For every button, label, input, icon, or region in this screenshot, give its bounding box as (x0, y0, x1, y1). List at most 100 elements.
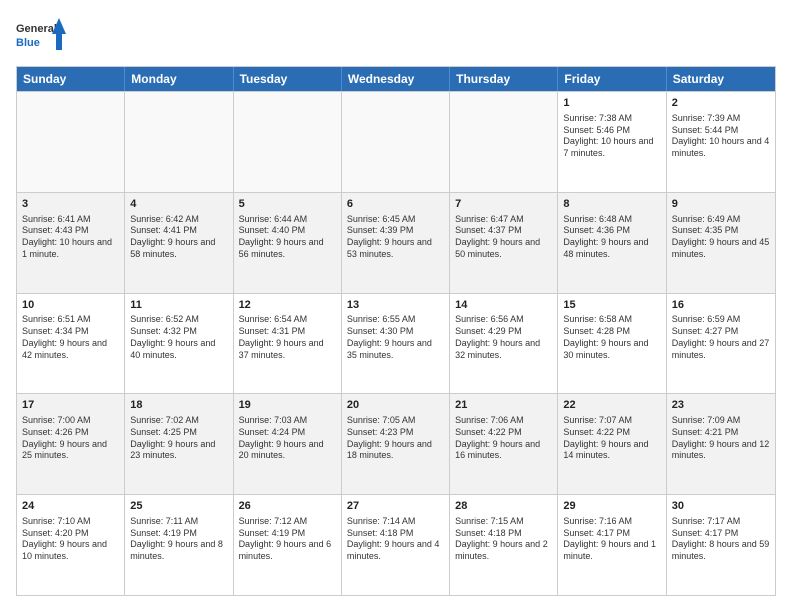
cell-info: Sunrise: 7:03 AM Sunset: 4:24 PM Dayligh… (239, 415, 336, 462)
day-cell-1: 1 Sunrise: 7:38 AM Sunset: 5:46 PM Daylig… (558, 92, 666, 192)
day-cell-13: 13Sunrise: 6:55 AM Sunset: 4:30 PM Dayli… (342, 294, 450, 394)
cell-info: Sunrise: 7:38 AM Sunset: 5:46 PM Dayligh… (563, 113, 660, 160)
day-number: 13 (347, 298, 444, 313)
day-number: 6 (347, 197, 444, 212)
day-number: 9 (672, 197, 770, 212)
cell-info: Sunrise: 6:51 AM Sunset: 4:34 PM Dayligh… (22, 314, 119, 361)
cell-info: Sunrise: 7:14 AM Sunset: 4:18 PM Dayligh… (347, 516, 444, 563)
cell-info: Sunrise: 7:17 AM Sunset: 4:17 PM Dayligh… (672, 516, 770, 563)
day-cell-11: 11Sunrise: 6:52 AM Sunset: 4:32 PM Dayli… (125, 294, 233, 394)
day-cell-6: 6 Sunrise: 6:45 AM Sunset: 4:39 PM Daylig… (342, 193, 450, 293)
day-cell-5: 5 Sunrise: 6:44 AM Sunset: 4:40 PM Daylig… (234, 193, 342, 293)
day-number: 14 (455, 298, 552, 313)
header-cell-thursday: Thursday (450, 67, 558, 91)
day-cell-24: 24Sunrise: 7:10 AM Sunset: 4:20 PM Dayli… (17, 495, 125, 595)
day-number: 20 (347, 398, 444, 413)
day-number: 29 (563, 499, 660, 514)
cell-info: Sunrise: 6:41 AM Sunset: 4:43 PM Dayligh… (22, 214, 119, 261)
day-number: 17 (22, 398, 119, 413)
day-number: 30 (672, 499, 770, 514)
calendar: SundayMondayTuesdayWednesdayThursdayFrid… (16, 66, 776, 596)
cell-info: Sunrise: 7:16 AM Sunset: 4:17 PM Dayligh… (563, 516, 660, 563)
header-cell-saturday: Saturday (667, 67, 775, 91)
header-cell-friday: Friday (558, 67, 666, 91)
day-number: 11 (130, 298, 227, 313)
empty-cell (342, 92, 450, 192)
header-cell-tuesday: Tuesday (234, 67, 342, 91)
day-cell-23: 23 Sunrise: 7:09 AM Sunset: 4:21 PM Dayli… (667, 394, 775, 494)
day-cell-19: 19 Sunrise: 7:03 AM Sunset: 4:24 PM Dayli… (234, 394, 342, 494)
day-number: 27 (347, 499, 444, 514)
day-cell-15: 15Sunrise: 6:58 AM Sunset: 4:28 PM Dayli… (558, 294, 666, 394)
cell-info: Sunrise: 6:42 AM Sunset: 4:41 PM Dayligh… (130, 214, 227, 261)
day-cell-25: 25 Sunrise: 7:11 AM Sunset: 4:19 PM Dayli… (125, 495, 233, 595)
cell-info: Sunrise: 6:44 AM Sunset: 4:40 PM Dayligh… (239, 214, 336, 261)
day-cell-29: 29 Sunrise: 7:16 AM Sunset: 4:17 PM Dayli… (558, 495, 666, 595)
day-cell-30: 30 Sunrise: 7:17 AM Sunset: 4:17 PM Dayli… (667, 495, 775, 595)
svg-text:General: General (16, 23, 57, 35)
day-cell-8: 8 Sunrise: 6:48 AM Sunset: 4:36 PM Daylig… (558, 193, 666, 293)
day-cell-10: 10Sunrise: 6:51 AM Sunset: 4:34 PM Dayli… (17, 294, 125, 394)
day-number: 16 (672, 298, 770, 313)
day-number: 23 (672, 398, 770, 413)
cell-info: Sunrise: 7:10 AM Sunset: 4:20 PM Dayligh… (22, 516, 119, 563)
calendar-row-0: 1 Sunrise: 7:38 AM Sunset: 5:46 PM Daylig… (17, 91, 775, 192)
cell-info: Sunrise: 7:02 AM Sunset: 4:25 PM Dayligh… (130, 415, 227, 462)
logo: General Blue (16, 16, 66, 56)
cell-info: Sunrise: 6:52 AM Sunset: 4:32 PM Dayligh… (130, 314, 227, 361)
cell-info: Sunrise: 6:48 AM Sunset: 4:36 PM Dayligh… (563, 214, 660, 261)
day-cell-17: 17 Sunrise: 7:00 AM Sunset: 4:26 PM Dayli… (17, 394, 125, 494)
day-cell-20: 20 Sunrise: 7:05 AM Sunset: 4:23 PM Dayli… (342, 394, 450, 494)
day-number: 5 (239, 197, 336, 212)
header-cell-sunday: Sunday (17, 67, 125, 91)
day-number: 28 (455, 499, 552, 514)
day-number: 12 (239, 298, 336, 313)
cell-info: Sunrise: 6:47 AM Sunset: 4:37 PM Dayligh… (455, 214, 552, 261)
empty-cell (234, 92, 342, 192)
cell-info: Sunrise: 6:58 AM Sunset: 4:28 PM Dayligh… (563, 314, 660, 361)
day-number: 26 (239, 499, 336, 514)
cell-info: Sunrise: 7:12 AM Sunset: 4:19 PM Dayligh… (239, 516, 336, 563)
day-number: 2 (672, 96, 770, 111)
cell-info: Sunrise: 7:00 AM Sunset: 4:26 PM Dayligh… (22, 415, 119, 462)
day-cell-21: 21 Sunrise: 7:06 AM Sunset: 4:22 PM Dayli… (450, 394, 558, 494)
cell-info: Sunrise: 7:05 AM Sunset: 4:23 PM Dayligh… (347, 415, 444, 462)
day-number: 25 (130, 499, 227, 514)
day-number: 3 (22, 197, 119, 212)
cell-info: Sunrise: 7:11 AM Sunset: 4:19 PM Dayligh… (130, 516, 227, 563)
cell-info: Sunrise: 7:06 AM Sunset: 4:22 PM Dayligh… (455, 415, 552, 462)
calendar-row-2: 10Sunrise: 6:51 AM Sunset: 4:34 PM Dayli… (17, 293, 775, 394)
cell-info: Sunrise: 7:09 AM Sunset: 4:21 PM Dayligh… (672, 415, 770, 462)
calendar-row-4: 24Sunrise: 7:10 AM Sunset: 4:20 PM Dayli… (17, 494, 775, 595)
day-number: 1 (563, 96, 660, 111)
empty-cell (17, 92, 125, 192)
empty-cell (450, 92, 558, 192)
day-cell-2: 2 Sunrise: 7:39 AM Sunset: 5:44 PM Daylig… (667, 92, 775, 192)
calendar-header: SundayMondayTuesdayWednesdayThursdayFrid… (17, 67, 775, 91)
day-number: 7 (455, 197, 552, 212)
svg-text:Blue: Blue (16, 37, 40, 49)
cell-info: Sunrise: 6:55 AM Sunset: 4:30 PM Dayligh… (347, 314, 444, 361)
day-number: 21 (455, 398, 552, 413)
cell-info: Sunrise: 7:07 AM Sunset: 4:22 PM Dayligh… (563, 415, 660, 462)
day-cell-9: 9 Sunrise: 6:49 AM Sunset: 4:35 PM Daylig… (667, 193, 775, 293)
calendar-row-3: 17 Sunrise: 7:00 AM Sunset: 4:26 PM Dayli… (17, 393, 775, 494)
day-cell-28: 28 Sunrise: 7:15 AM Sunset: 4:18 PM Dayli… (450, 495, 558, 595)
empty-cell (125, 92, 233, 192)
day-number: 19 (239, 398, 336, 413)
day-number: 8 (563, 197, 660, 212)
day-cell-27: 27 Sunrise: 7:14 AM Sunset: 4:18 PM Dayli… (342, 495, 450, 595)
cell-info: Sunrise: 6:54 AM Sunset: 4:31 PM Dayligh… (239, 314, 336, 361)
logo-svg: General Blue (16, 16, 66, 56)
cell-info: Sunrise: 7:39 AM Sunset: 5:44 PM Dayligh… (672, 113, 770, 160)
calendar-row-1: 3 Sunrise: 6:41 AM Sunset: 4:43 PM Daylig… (17, 192, 775, 293)
day-cell-12: 12Sunrise: 6:54 AM Sunset: 4:31 PM Dayli… (234, 294, 342, 394)
day-number: 10 (22, 298, 119, 313)
cell-info: Sunrise: 6:45 AM Sunset: 4:39 PM Dayligh… (347, 214, 444, 261)
day-number: 22 (563, 398, 660, 413)
day-cell-7: 7 Sunrise: 6:47 AM Sunset: 4:37 PM Daylig… (450, 193, 558, 293)
cell-info: Sunrise: 6:59 AM Sunset: 4:27 PM Dayligh… (672, 314, 770, 361)
header-cell-monday: Monday (125, 67, 233, 91)
cell-info: Sunrise: 7:15 AM Sunset: 4:18 PM Dayligh… (455, 516, 552, 563)
cell-info: Sunrise: 6:49 AM Sunset: 4:35 PM Dayligh… (672, 214, 770, 261)
